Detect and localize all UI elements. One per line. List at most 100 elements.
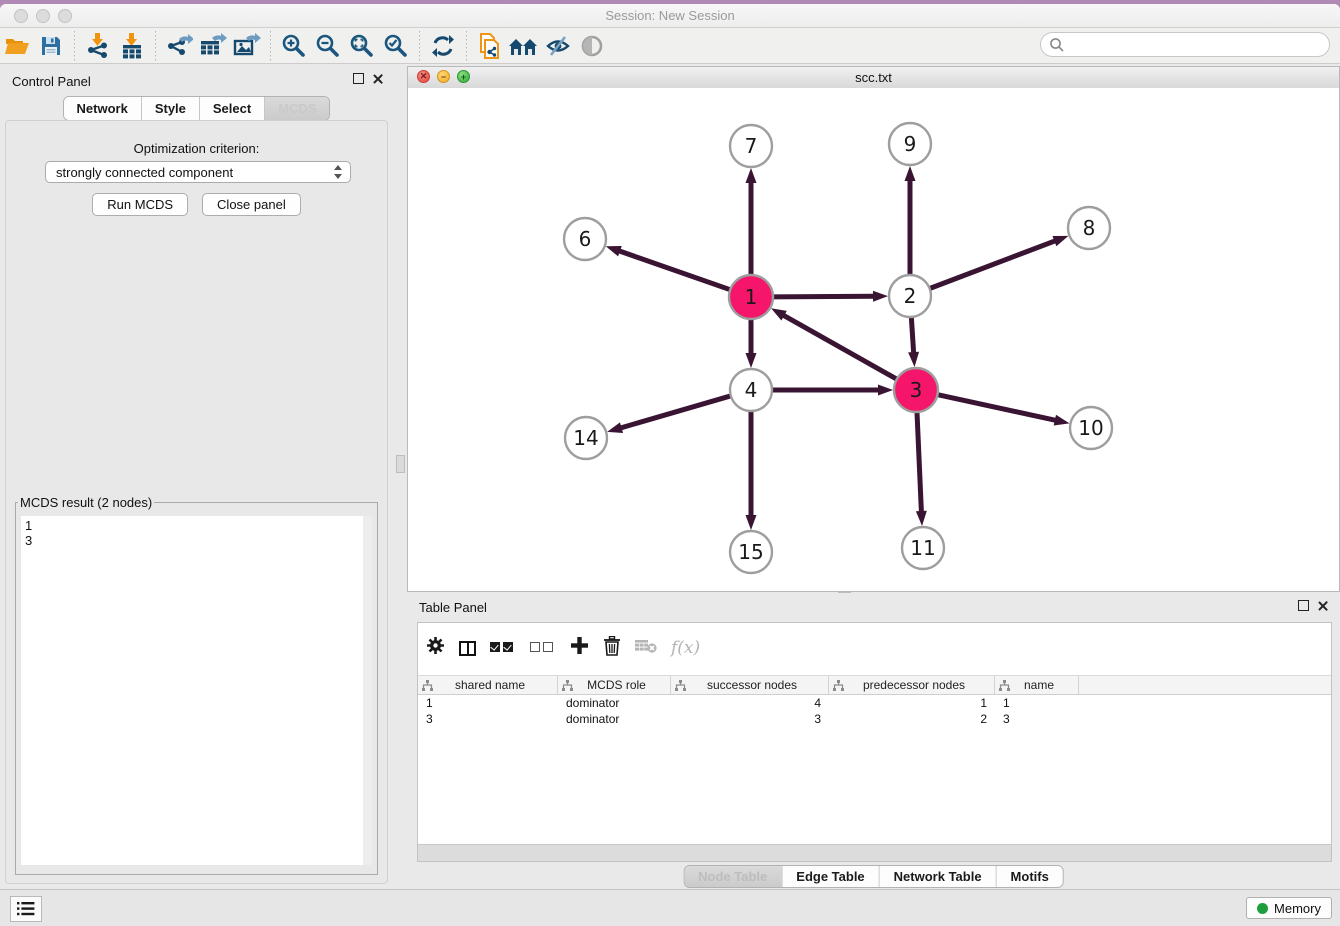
import-table-icon <box>119 33 145 59</box>
memory-button[interactable]: Memory <box>1246 897 1332 919</box>
edge-3-11[interactable] <box>917 411 922 513</box>
column-header-shared-name[interactable]: shared name <box>418 676 558 694</box>
vertical-splitter-grip[interactable] <box>396 455 405 473</box>
import-network-button[interactable] <box>81 31 115 61</box>
export-network-button[interactable] <box>162 31 196 61</box>
table-cell[interactable]: 3 <box>418 712 558 726</box>
save-session-button[interactable] <box>34 31 68 61</box>
attribute-icon <box>422 680 433 691</box>
node-label-9: 9 <box>904 132 917 156</box>
open-session-button[interactable] <box>0 31 34 61</box>
node-label-14: 14 <box>573 426 598 450</box>
function-builder-button[interactable]: f(x) <box>671 638 700 658</box>
table-cell[interactable]: 1 <box>418 696 558 710</box>
table-cell[interactable]: 4 <box>671 696 829 710</box>
select-all-columns-button[interactable] <box>490 639 516 657</box>
table-cell[interactable]: 3 <box>671 712 829 726</box>
tab-select[interactable]: Select <box>200 97 265 120</box>
node-table: shared nameMCDS rolesuccessor nodesprede… <box>418 675 1331 727</box>
table-settings-button[interactable] <box>426 636 445 660</box>
edge-2-8[interactable] <box>929 240 1057 288</box>
search-input[interactable] <box>1065 36 1329 53</box>
tab-node-table[interactable]: Node Table <box>684 866 782 887</box>
delete-table-button[interactable] <box>635 638 657 659</box>
main-toolbar <box>0 28 1340 64</box>
tab-motifs[interactable]: Motifs <box>997 866 1063 887</box>
attribute-icon <box>562 680 573 691</box>
edge-1-6[interactable] <box>618 251 731 291</box>
edge-1-2[interactable] <box>772 296 875 297</box>
column-header-name[interactable]: name <box>995 676 1079 694</box>
node-label-6: 6 <box>579 227 592 251</box>
tab-mcds[interactable]: MCDS <box>265 97 329 120</box>
float-panel-icon[interactable] <box>353 73 364 84</box>
toolbar-separator <box>466 31 467 61</box>
network-canvas[interactable]: 7968124314101511 <box>408 88 1339 591</box>
table-cell[interactable]: 1 <box>995 696 1079 710</box>
vizmapper-toggle-button[interactable] <box>541 31 575 61</box>
search-field[interactable] <box>1040 32 1330 57</box>
clone-network-button[interactable] <box>473 31 507 61</box>
mcds-result-text[interactable]: 1 3 <box>21 516 372 865</box>
column-header-successor-nodes[interactable]: successor nodes <box>671 676 829 694</box>
close-panel-icon[interactable] <box>372 73 383 84</box>
mcds-panel: Optimization criterion: strongly connect… <box>5 120 388 884</box>
tab-network[interactable]: Network <box>64 97 142 120</box>
table-cell[interactable]: dominator <box>558 696 671 710</box>
network-title: scc.txt <box>408 70 1339 85</box>
close-panel-button[interactable]: Close panel <box>202 193 301 216</box>
table-row[interactable]: 3dominator323 <box>418 711 1331 727</box>
table-row[interactable]: 1dominator411 <box>418 695 1331 711</box>
zoom-out-button[interactable] <box>311 31 345 61</box>
zoom-selected-button[interactable] <box>379 31 413 61</box>
node-label-11: 11 <box>910 536 935 560</box>
eye-slash-icon <box>545 34 571 58</box>
export-image-button[interactable] <box>230 31 264 61</box>
criterion-dropdown[interactable]: strongly connected component <box>45 161 351 183</box>
zoom-selected-icon <box>383 33 409 59</box>
table-panel-title: Table Panel <box>419 600 487 615</box>
edge-3-10[interactable] <box>937 394 1057 420</box>
contrast-eye-icon <box>580 34 604 58</box>
result-scrollbar[interactable] <box>363 516 372 865</box>
status-bar: Memory <box>0 889 1340 926</box>
create-column-button[interactable] <box>570 636 589 660</box>
close-table-panel-icon[interactable] <box>1317 600 1328 611</box>
eye-button[interactable] <box>575 31 609 61</box>
arrowhead-1-2 <box>873 291 888 302</box>
table-toolbar: f(x) <box>426 631 700 665</box>
table-cell[interactable]: 3 <box>995 712 1079 726</box>
import-table-button[interactable] <box>115 31 149 61</box>
tab-style[interactable]: Style <box>142 97 200 120</box>
home-button[interactable] <box>507 31 541 61</box>
list-icon <box>17 902 35 916</box>
checked-box-icon <box>490 642 500 652</box>
table-horizontal-scrollbar[interactable] <box>418 844 1331 861</box>
zoom-in-button[interactable] <box>277 31 311 61</box>
zoom-fit-button[interactable] <box>345 31 379 61</box>
unselect-all-columns-button[interactable] <box>530 639 556 657</box>
table-cell[interactable]: 2 <box>829 712 995 726</box>
delete-column-button[interactable] <box>603 636 621 661</box>
arrowhead-1-4 <box>746 353 757 368</box>
table-body: 1dominator4113dominator323 <box>418 695 1331 727</box>
table-panel: Table Panel <box>407 596 1340 890</box>
tab-network-table[interactable]: Network Table <box>880 866 997 887</box>
column-header-mcds-role[interactable]: MCDS role <box>558 676 671 694</box>
task-history-button[interactable] <box>10 896 42 922</box>
network-titlebar[interactable]: ✕ − + scc.txt <box>408 67 1339 89</box>
float-table-panel-icon[interactable] <box>1298 600 1309 611</box>
edge-4-14[interactable] <box>620 396 732 429</box>
column-label: name <box>1010 678 1078 692</box>
export-table-button[interactable] <box>196 31 230 61</box>
show-column-button[interactable] <box>459 641 476 656</box>
table-cell[interactable]: dominator <box>558 712 671 726</box>
column-header-predecessor-nodes[interactable]: predecessor nodes <box>829 676 995 694</box>
table-cell[interactable]: 1 <box>829 696 995 710</box>
refresh-button[interactable] <box>426 31 460 61</box>
edge-3-1[interactable] <box>782 315 897 380</box>
tab-edge-table[interactable]: Edge Table <box>782 866 879 887</box>
criterion-value: strongly connected component <box>56 165 233 180</box>
edge-2-3[interactable] <box>911 316 913 354</box>
run-mcds-button[interactable]: Run MCDS <box>92 193 188 216</box>
